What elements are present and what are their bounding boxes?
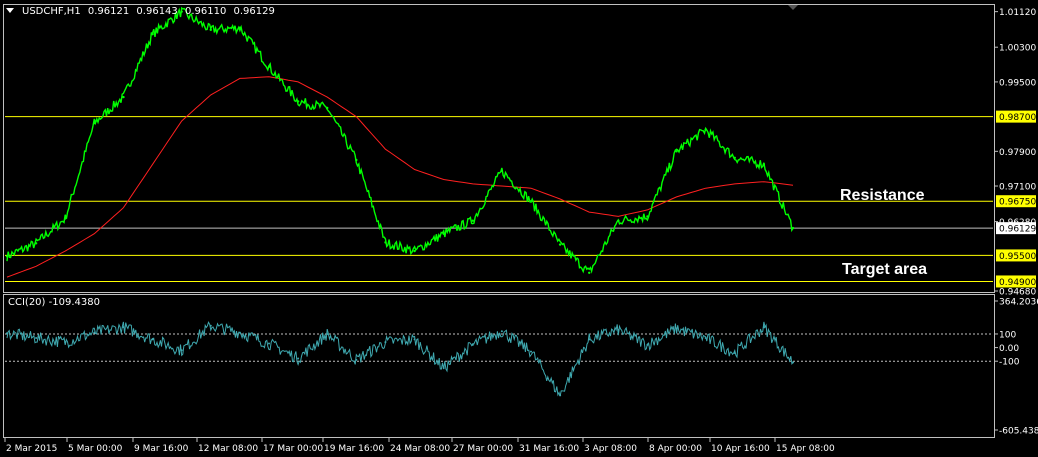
cci-axis-label-2: 0.00 bbox=[999, 344, 1019, 354]
price-point-15 bbox=[442, 232, 445, 235]
cci-point-17 bbox=[500, 330, 503, 333]
cci-point-7 bbox=[209, 324, 212, 327]
cci-point-4 bbox=[122, 326, 125, 329]
price-point-27 bbox=[791, 226, 795, 230]
time-axis-label-1: 5 Mar 00:00 bbox=[68, 444, 123, 454]
cci-point-6 bbox=[180, 349, 183, 352]
cci-point-9 bbox=[268, 342, 270, 345]
price-axis-label-1: 1.00300 bbox=[999, 44, 1036, 54]
price-axis-label-11: 0.94680 bbox=[999, 288, 1036, 298]
cci-point-10 bbox=[297, 357, 300, 360]
close-value: 0.96129 bbox=[233, 6, 275, 17]
chart-title: USDCHF,H1 0.96121 0.96143 0.96110 0.9612… bbox=[6, 6, 275, 18]
symbol-label: USDCHF,H1 bbox=[22, 6, 81, 17]
price-point-11 bbox=[326, 106, 329, 110]
price-axis: 1.01120 1.00300 0.99500 0.98700 0.97900 0.971… bbox=[994, 8, 1036, 298]
price-point-5 bbox=[151, 32, 154, 36]
price-axis-label-4: 0.97900 bbox=[999, 148, 1036, 158]
cci-point-25 bbox=[733, 352, 736, 355]
price-point-14 bbox=[413, 249, 416, 253]
price-axis-label-8: 0.96129 bbox=[999, 225, 1036, 235]
cci-point-19 bbox=[559, 394, 562, 397]
target-area-label: Target area bbox=[842, 261, 927, 278]
price-point-12 bbox=[355, 158, 358, 162]
time-axis-label-10: 8 Apr 00:00 bbox=[649, 444, 702, 454]
cci-point-13 bbox=[384, 341, 387, 344]
dropdown-icon[interactable] bbox=[6, 8, 14, 13]
time-axis-label-4: 17 Mar 00:00 bbox=[263, 444, 323, 454]
cci-point-20 bbox=[588, 338, 591, 341]
cci-point-12 bbox=[355, 358, 358, 361]
cci-point-16 bbox=[471, 343, 474, 346]
price-point-22 bbox=[646, 215, 649, 218]
time-axis-label-8: 31 Mar 16:00 bbox=[519, 444, 579, 454]
chart-stage: 1.01120 1.00300 0.99500 0.98700 0.97900 0.971… bbox=[0, 0, 1038, 457]
resistance-label: Resistance bbox=[840, 187, 925, 204]
cci-axis-label-1: 100 bbox=[999, 330, 1016, 340]
price-point-4 bbox=[122, 95, 125, 99]
cci-point-21 bbox=[617, 328, 620, 331]
cci-point-18 bbox=[530, 350, 532, 353]
price-point-26 bbox=[762, 163, 766, 166]
price-axis-label-9: 0.95500 bbox=[999, 252, 1036, 262]
price-point-8 bbox=[238, 26, 242, 29]
price-axis-label-2: 0.99500 bbox=[999, 78, 1036, 88]
cci-point-8 bbox=[238, 331, 241, 334]
price-point-20 bbox=[588, 271, 591, 274]
price-point-1 bbox=[34, 242, 38, 245]
price-point-23 bbox=[675, 150, 678, 153]
time-axis-label-0: 2 Mar 2015 bbox=[6, 444, 57, 454]
cci-axis-label-4: -605.4384 bbox=[999, 427, 1038, 437]
price-point-24 bbox=[704, 128, 707, 131]
cci-point-26 bbox=[762, 326, 765, 329]
time-axis-label-2: 9 Mar 16:00 bbox=[134, 444, 189, 454]
price-point-3 bbox=[93, 121, 96, 125]
price-point-19 bbox=[558, 243, 562, 246]
cci-point-11 bbox=[326, 332, 329, 335]
high-value: 0.96143 bbox=[136, 6, 178, 17]
price-axis-label-0: 1.01120 bbox=[999, 8, 1036, 18]
time-axis-label-6: 24 Mar 08:00 bbox=[390, 444, 450, 454]
price-point-0 bbox=[5, 255, 9, 258]
price-point-2 bbox=[64, 217, 67, 220]
cci-point-24 bbox=[704, 337, 707, 340]
cci-point-5 bbox=[151, 338, 154, 341]
cci-point-1 bbox=[35, 337, 38, 340]
time-axis-label-9: 3 Apr 08:00 bbox=[584, 444, 637, 454]
price-axis-label-6: 0.96750 bbox=[999, 198, 1036, 208]
price-point-25 bbox=[733, 156, 736, 160]
price-point-18 bbox=[529, 200, 533, 203]
cci-axis-label-3: -100 bbox=[999, 358, 1020, 368]
price-point-21 bbox=[617, 219, 620, 222]
price-point-17 bbox=[500, 169, 504, 173]
cci-point-22 bbox=[646, 343, 649, 346]
time-axis-label-5: 19 Mar 16:00 bbox=[324, 444, 384, 454]
cci-axis-label-0: 364.2036 bbox=[999, 298, 1038, 308]
time-axis-label-11: 10 Apr 16:00 bbox=[711, 444, 770, 454]
price-axis-label-3: 0.98700 bbox=[999, 113, 1036, 123]
cci-point-3 bbox=[93, 331, 96, 334]
price-point-13 bbox=[384, 241, 387, 244]
price-point-9 bbox=[267, 65, 271, 68]
time-axis-label-3: 12 Mar 08:00 bbox=[198, 444, 258, 454]
price-point-7 bbox=[209, 28, 212, 32]
price-point-10 bbox=[296, 100, 300, 103]
price-point-16 bbox=[471, 219, 474, 222]
cci-point-27 bbox=[792, 361, 794, 364]
cci-point-2 bbox=[64, 341, 67, 344]
cci-point-0 bbox=[6, 332, 8, 335]
cci-point-15 bbox=[442, 366, 445, 369]
cci-point-23 bbox=[675, 327, 678, 330]
cci-title: CCI(20) -109.4380 bbox=[8, 297, 100, 308]
cci-point-14 bbox=[413, 338, 416, 341]
open-value: 0.96121 bbox=[87, 6, 130, 17]
time-axis-label-7: 27 Mar 00:00 bbox=[453, 444, 513, 454]
time-axis-label-12: 15 Apr 08:00 bbox=[776, 444, 835, 454]
price-axis-label-5: 0.97100 bbox=[999, 183, 1036, 193]
price-axis-label-10: 0.94900 bbox=[999, 278, 1036, 288]
low-value: 0.96110 bbox=[184, 6, 227, 17]
